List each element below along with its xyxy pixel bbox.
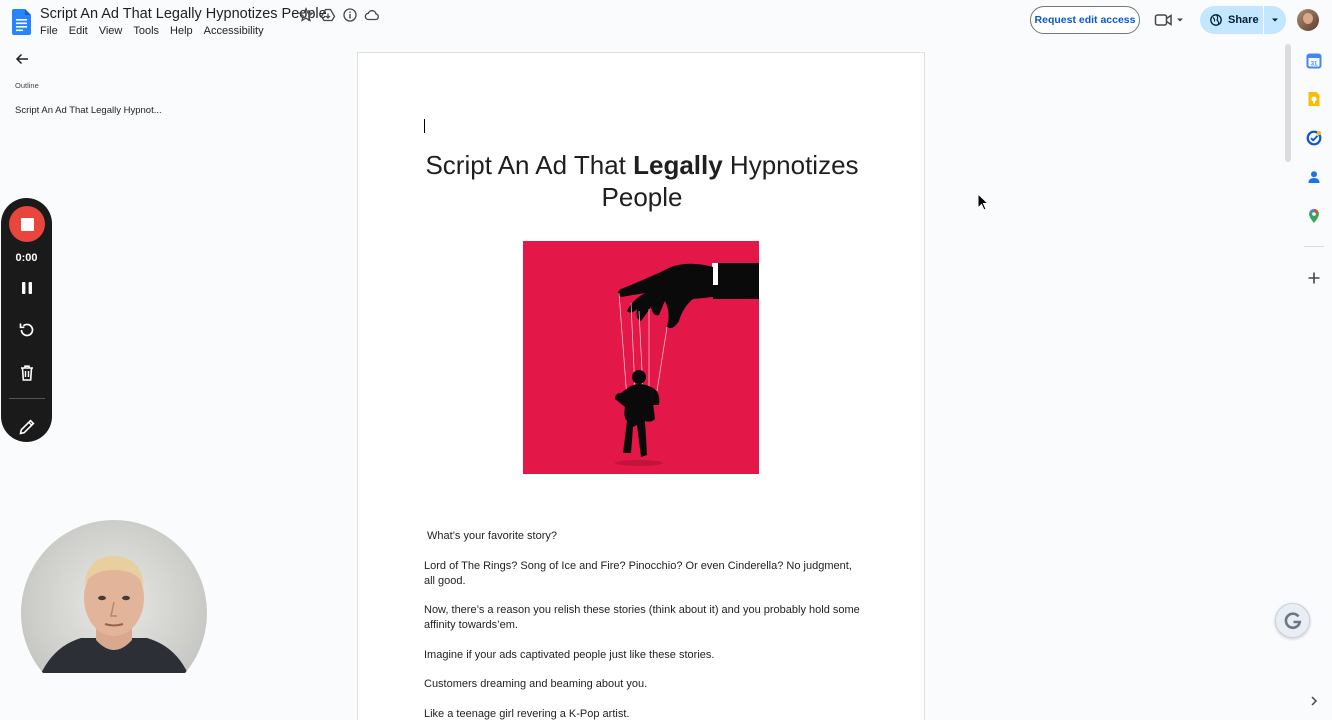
contacts-icon[interactable] bbox=[1306, 169, 1322, 185]
menu-help[interactable]: Help bbox=[170, 25, 193, 37]
top-bar: Script An Ad That Legally Hypnotizes Peo… bbox=[0, 0, 1332, 42]
outline-label: Outline bbox=[15, 81, 39, 90]
pencil-icon[interactable] bbox=[17, 417, 37, 437]
chevron-right-icon[interactable] bbox=[1306, 693, 1322, 709]
webcam-clip bbox=[0, 673, 230, 720]
info-icon[interactable] bbox=[342, 7, 358, 23]
restart-icon[interactable] bbox=[17, 320, 37, 340]
svg-text:31: 31 bbox=[1311, 62, 1318, 68]
menu-tools[interactable]: Tools bbox=[133, 25, 159, 37]
share-label: Share bbox=[1228, 14, 1259, 26]
menu-bar: File Edit View Tools Help Accessibility bbox=[40, 25, 275, 37]
chevron-down-icon bbox=[1177, 18, 1183, 22]
text-cursor bbox=[424, 119, 425, 133]
paragraph: Now, there’s a reason you relish these s… bbox=[424, 604, 860, 631]
share-main[interactable]: Share bbox=[1200, 6, 1264, 34]
menu-edit[interactable]: Edit bbox=[69, 25, 88, 37]
paragraph: Customers dreaming and beaming about you… bbox=[424, 678, 648, 690]
recording-time: 0:00 bbox=[15, 252, 38, 264]
paragraph: Imagine if your ads captivated people ju… bbox=[424, 648, 715, 661]
share-dropdown[interactable] bbox=[1264, 6, 1286, 34]
menu-view[interactable]: View bbox=[99, 25, 123, 37]
meet-button[interactable] bbox=[1154, 10, 1188, 30]
globe-icon bbox=[1210, 14, 1222, 26]
avatar[interactable] bbox=[1297, 9, 1319, 31]
document-page[interactable]: Script An Ad That Legally Hypnotizes Peo… bbox=[357, 52, 925, 720]
tasks-icon[interactable] bbox=[1306, 130, 1322, 146]
cloud-status-icon[interactable] bbox=[364, 7, 380, 23]
document-body[interactable]: What’s your favorite story? Lord of The … bbox=[424, 529, 864, 720]
share-button[interactable]: Share bbox=[1200, 6, 1286, 34]
recorder-divider bbox=[9, 398, 45, 399]
star-icon[interactable] bbox=[298, 7, 314, 23]
move-to-drive-icon[interactable] bbox=[320, 7, 336, 23]
puppet-illustration bbox=[615, 263, 759, 466]
docs-logo-icon[interactable] bbox=[12, 9, 31, 35]
back-arrow-icon[interactable] bbox=[14, 51, 30, 67]
heading-part1: Script An Ad That bbox=[425, 150, 634, 180]
outline-item[interactable]: Script An Ad That Legally Hypnot... bbox=[15, 105, 162, 116]
keep-icon[interactable] bbox=[1306, 91, 1322, 107]
mouse-pointer-icon bbox=[977, 193, 989, 211]
grammarly-icon bbox=[1284, 611, 1301, 629]
trash-icon[interactable] bbox=[17, 363, 37, 383]
pause-icon[interactable] bbox=[17, 278, 37, 298]
chevron-down-icon bbox=[1272, 18, 1278, 22]
menu-accessibility[interactable]: Accessibility bbox=[204, 25, 264, 37]
paragraph: What’s your favorite story? bbox=[427, 530, 558, 542]
scrollbar-thumb[interactable] bbox=[1285, 44, 1291, 162]
grammarly-button[interactable] bbox=[1275, 603, 1310, 638]
calendar-icon[interactable]: 31 bbox=[1306, 53, 1322, 69]
title-icons bbox=[298, 7, 380, 23]
stop-record-button[interactable] bbox=[9, 206, 45, 242]
puppet-hand-image[interactable] bbox=[523, 241, 759, 474]
request-edit-access-button[interactable]: Request edit access bbox=[1030, 6, 1140, 34]
side-panel-divider bbox=[1304, 246, 1324, 247]
heading-bold: Legally bbox=[633, 150, 723, 180]
stop-icon bbox=[20, 217, 34, 231]
recorder-panel: 0:00 bbox=[1, 198, 52, 442]
menu-file[interactable]: File bbox=[40, 25, 58, 37]
document-title[interactable]: Script An Ad That Legally Hypnotizes Peo… bbox=[40, 6, 327, 22]
meet-video-icon bbox=[1154, 14, 1172, 26]
plus-icon[interactable] bbox=[1306, 270, 1322, 286]
paragraph: Like a teenage girl revering a K-Pop art… bbox=[424, 707, 630, 720]
document-heading[interactable]: Script An Ad That Legally Hypnotizes Peo… bbox=[418, 149, 866, 213]
maps-icon[interactable] bbox=[1306, 208, 1322, 224]
paragraph: Lord of The Rings? Song of Ice and Fire?… bbox=[424, 559, 852, 587]
